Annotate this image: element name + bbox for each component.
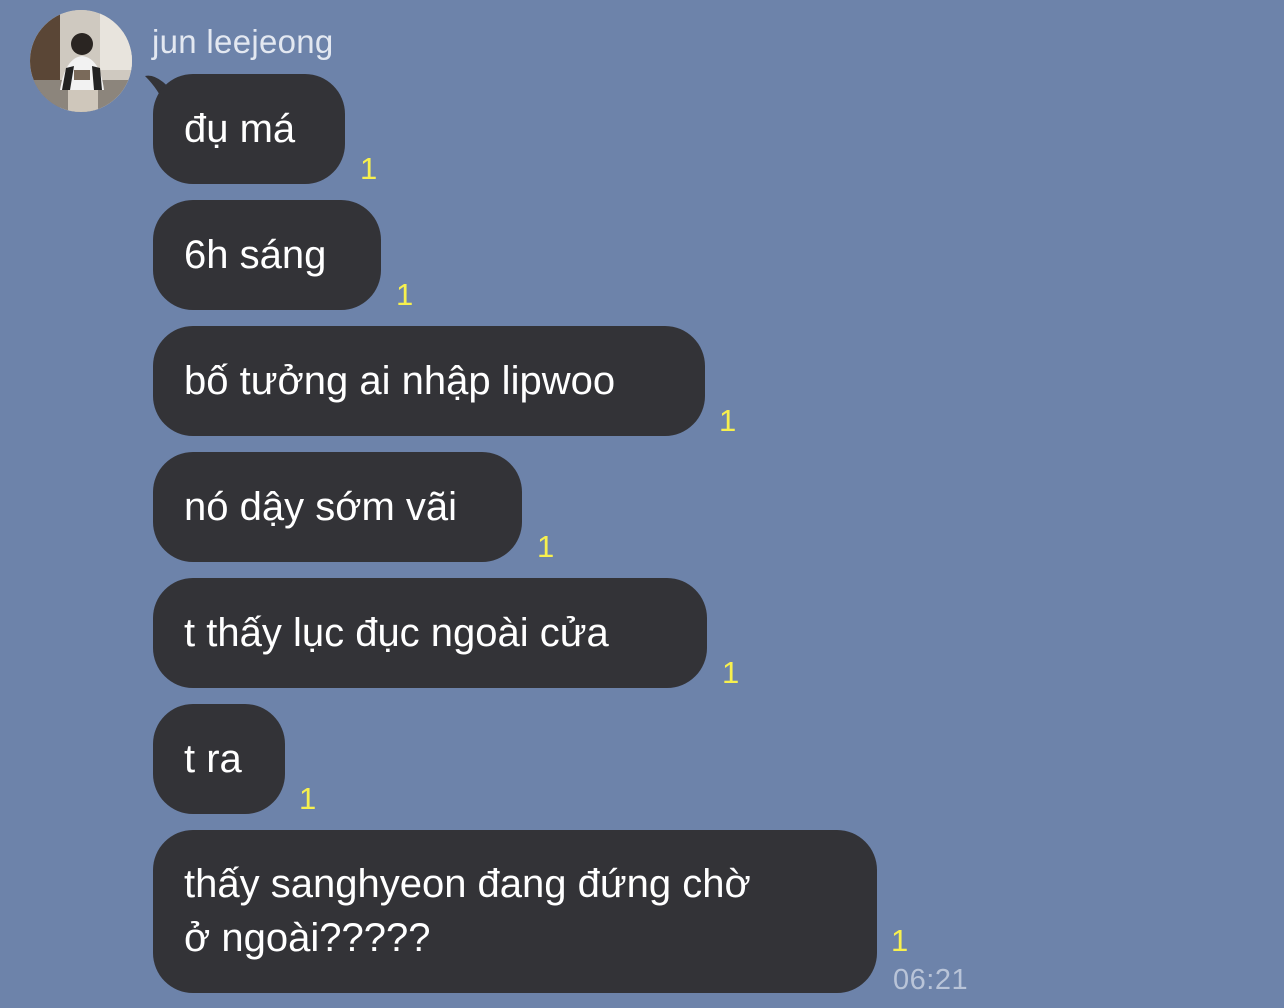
message-text: đụ má <box>184 107 296 151</box>
profile-photo-icon <box>30 10 132 112</box>
unread-count: 1 <box>299 781 317 816</box>
unread-count: 1 <box>722 655 740 690</box>
message-text: t ra <box>184 737 242 781</box>
sender-name: jun leejeong <box>152 23 334 60</box>
message-text: t thấy lục đục ngoài cửa <box>184 611 609 655</box>
message-text-line: ở ngoài????? <box>184 916 431 960</box>
message-bubble[interactable]: t thấy lục đục ngoài cửa <box>153 578 707 688</box>
message-bubble[interactable]: t ra <box>153 704 285 814</box>
message-text-line: thấy sanghyeon đang đứng chờ <box>184 862 751 906</box>
message-bubble[interactable]: nó dậy sớm vãi <box>153 452 522 562</box>
message-text: bố tưởng ai nhập lipwoo <box>184 359 616 403</box>
message-bubble[interactable]: thấy sanghyeon đang đứng chờ ở ngoài????… <box>153 830 877 993</box>
unread-count: 1 <box>719 403 737 438</box>
unread-count: 1 <box>537 529 555 564</box>
unread-count: 1 <box>891 923 909 958</box>
message-text: nó dậy sớm vãi <box>184 485 458 529</box>
sender-avatar[interactable] <box>30 10 132 112</box>
message-bubble[interactable]: 6h sáng <box>153 200 381 310</box>
message-text: 6h sáng <box>184 233 327 277</box>
unread-count: 1 <box>396 277 414 312</box>
message-bubble[interactable]: bố tưởng ai nhập lipwoo <box>153 326 705 436</box>
message-time: 06:21 <box>893 964 969 996</box>
message-bubble[interactable]: đụ má <box>153 74 345 184</box>
unread-count: 1 <box>360 151 378 186</box>
